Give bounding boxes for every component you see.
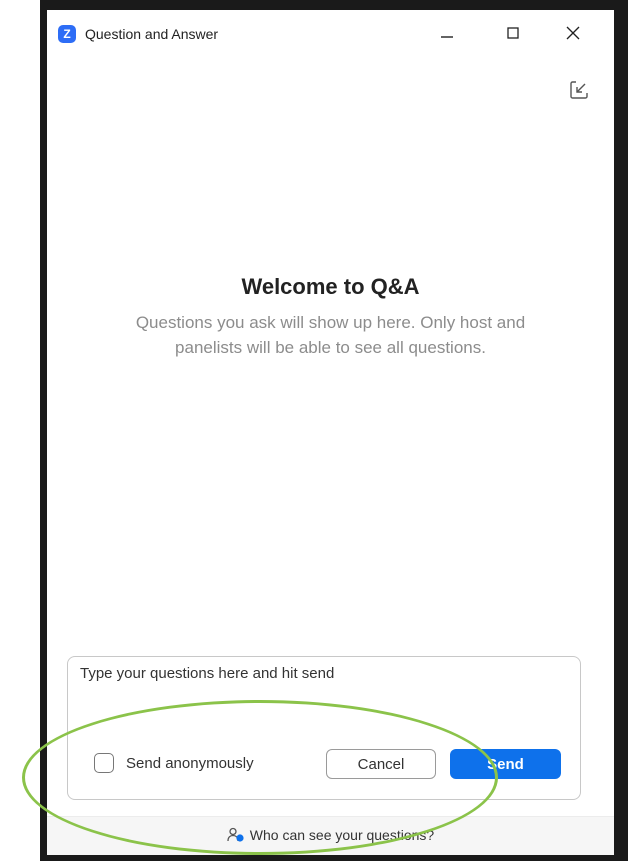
close-icon xyxy=(566,26,580,40)
title-bar: Z Question and Answer xyxy=(47,10,614,54)
who-can-see-link[interactable]: Who can see your questions? xyxy=(47,827,614,843)
send-anonymously-label: Send anonymously xyxy=(126,754,254,772)
send-anonymously-checkbox[interactable] xyxy=(94,753,114,773)
cancel-button[interactable]: Cancel xyxy=(326,749,436,779)
maximize-button[interactable] xyxy=(498,20,528,46)
window-title: Question and Answer xyxy=(85,26,219,42)
question-compose-box: Send anonymously Cancel Send xyxy=(67,656,581,800)
pop-in-icon xyxy=(570,81,588,99)
welcome-subtitle: Questions you ask will show up here. Onl… xyxy=(135,313,526,357)
welcome-title: Welcome to Q&A xyxy=(241,274,420,299)
maximize-icon xyxy=(507,27,519,39)
minimize-icon xyxy=(441,36,453,38)
minimize-button[interactable] xyxy=(432,20,462,46)
who-can-see-text: Who can see your questions? xyxy=(249,827,435,843)
close-button[interactable] xyxy=(558,20,588,46)
pop-in-button[interactable] xyxy=(567,78,591,102)
send-anonymously-option[interactable]: Send anonymously xyxy=(94,751,254,775)
question-input[interactable] xyxy=(80,665,570,725)
zoom-logo-icon: Z xyxy=(58,25,76,43)
send-button[interactable]: Send xyxy=(450,749,561,779)
footer-bar: Who can see your questions? xyxy=(47,816,614,855)
people-icon xyxy=(227,827,244,842)
qa-window: Z Question and Answer Welcome to Q&A Que… xyxy=(47,10,614,855)
